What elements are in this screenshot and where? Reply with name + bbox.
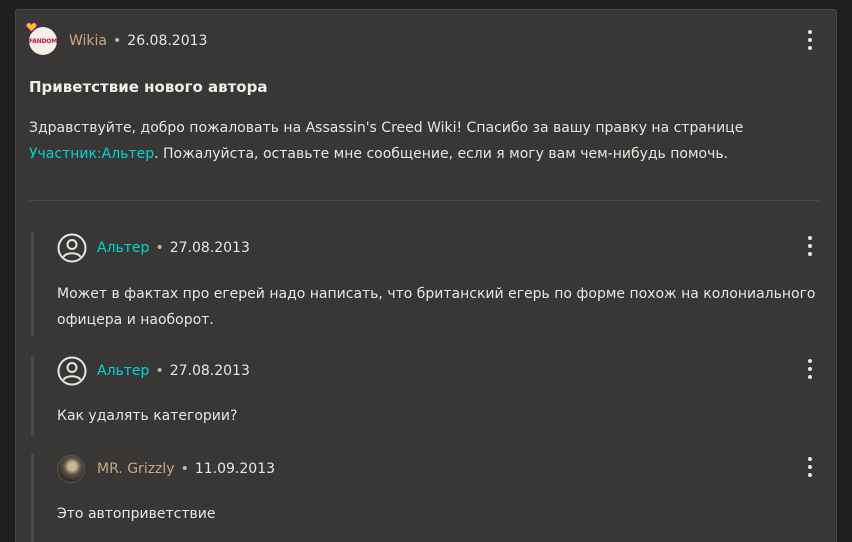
divider <box>29 200 819 201</box>
reply-indent-bar <box>31 356 34 436</box>
reply-more-menu[interactable] <box>804 457 816 477</box>
meta-separator: • <box>155 363 164 379</box>
reply-text: Как удалять категории? <box>57 408 238 424</box>
reply-indent-bar <box>31 454 34 542</box>
kebab-menu-icon <box>808 457 812 461</box>
reply-date: 11.09.2013 <box>194 461 276 477</box>
reply-meta: Альтер • 27.08.2013 <box>57 233 250 263</box>
kebab-menu-icon <box>808 30 812 34</box>
thread-body-text-1: Здравствуйте, добро пожаловать на Assass… <box>29 120 744 136</box>
user-page-link[interactable]: Участник:Альтер <box>29 146 154 162</box>
reply-author-link[interactable]: Альтер <box>97 240 149 256</box>
thread-author-link[interactable]: Wikia <box>69 33 107 49</box>
reply-text: Это автоприветствие <box>57 506 216 522</box>
meta-separator: • <box>155 240 164 256</box>
reply-author-link[interactable]: Альтер <box>97 363 149 379</box>
user-avatar-icon[interactable] <box>57 356 87 386</box>
user-avatar-icon[interactable] <box>57 233 87 263</box>
grizzly-avatar[interactable] <box>57 455 85 483</box>
thread-body-text-2: . Пожалуйста, оставьте мне сообщение, ес… <box>154 146 729 162</box>
reply-date: 27.08.2013 <box>169 240 250 256</box>
thread-meta: FANDOM Wikia • 26.08.2013 <box>25 21 208 55</box>
meta-separator: • <box>113 33 122 49</box>
kebab-menu-icon <box>808 236 812 240</box>
reply-more-menu[interactable] <box>804 236 816 256</box>
reply-meta: Альтер • 27.08.2013 <box>57 356 250 386</box>
reply-meta: MR. Grizzly • 11.09.2013 <box>57 455 275 483</box>
heart-badge-icon <box>25 21 38 34</box>
reply-author-link[interactable]: MR. Grizzly <box>97 461 175 477</box>
kebab-menu-icon <box>808 359 812 363</box>
meta-separator: • <box>180 461 189 477</box>
thread-body: Здравствуйте, добро пожаловать на Assass… <box>29 115 819 167</box>
page: FANDOM Wikia • 26.08.2013 Приветствие но… <box>0 0 852 542</box>
thread-more-menu[interactable] <box>804 30 816 50</box>
thread-date: 26.08.2013 <box>127 33 208 49</box>
thread-author-avatar[interactable]: FANDOM <box>25 21 57 55</box>
reply-more-menu[interactable] <box>804 359 816 379</box>
reply-indent-bar <box>31 232 34 336</box>
thread-title: Приветствие нового автора <box>29 78 268 96</box>
fandom-logo-text: FANDOM <box>29 37 57 45</box>
reply-date: 27.08.2013 <box>169 363 250 379</box>
reply-text: Может в фактах про егерей надо написать,… <box>57 286 816 328</box>
